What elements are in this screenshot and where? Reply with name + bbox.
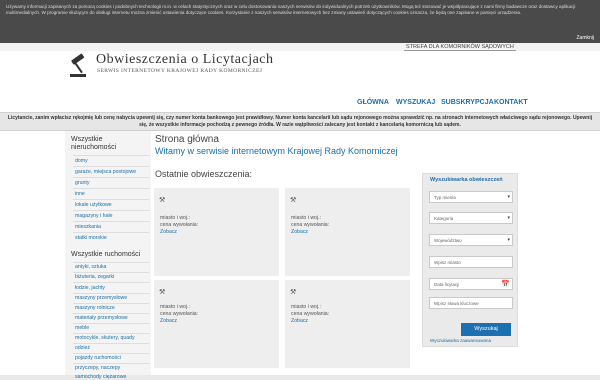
divider	[73, 282, 149, 283]
divider	[73, 363, 149, 364]
keyword-input[interactable]: Wpisz słowa kluczowe	[429, 297, 513, 309]
sidebar-item[interactable]: biżuteria, zegarki	[75, 274, 114, 280]
sidebar-item[interactable]: maszyny rolnicze	[75, 305, 115, 311]
sidebar-item[interactable]: łodzie, jachty	[75, 285, 105, 291]
sidebar-item[interactable]: antyki, sztuka	[75, 264, 106, 270]
nav-home[interactable]: GŁÓWNA	[357, 99, 389, 106]
nav-search[interactable]: WYSZUKAJ	[396, 99, 435, 106]
sidebar-item[interactable]: lokale użytkowe	[75, 202, 112, 208]
sidebar-item[interactable]: motocykle, skutery, quady	[75, 335, 135, 341]
sidebar-item[interactable]: meble	[75, 325, 89, 331]
cookie-close-button[interactable]: Zamknij	[576, 35, 594, 41]
sidebar-item[interactable]: grunty	[75, 180, 89, 186]
divider	[73, 272, 149, 273]
divider	[73, 313, 149, 314]
sidebar-item[interactable]: inne	[75, 191, 85, 197]
gavel-icon: ⚒	[159, 197, 166, 204]
voivodeship-select[interactable]: Województwo ▾	[429, 234, 513, 246]
nav-subscription[interactable]: SUBSKRYPCJA	[441, 99, 494, 106]
sidebar-item[interactable]: przyczepy, naczepy	[75, 365, 120, 371]
search-panel: Wyszukiwarka obwieszczeń Typ mienia ▾ Ka…	[422, 173, 518, 347]
gavel-icon: ⚒	[159, 289, 166, 296]
divider	[73, 232, 149, 233]
cookie-text: Używamy informacji zapisanych za pomocą …	[6, 4, 576, 16]
card-place-label: miasto i woj.:	[160, 304, 190, 310]
category-value: Kategoria	[434, 216, 454, 221]
sidebar-item[interactable]: domy	[75, 158, 88, 164]
card-price-label: cena wywołania:	[160, 311, 199, 317]
sidebar: Wszystkie nieruchomości domy garaże, mie…	[65, 131, 151, 380]
divider	[73, 221, 149, 222]
card-view-link[interactable]: Zobacz	[160, 318, 177, 324]
card-price-label: cena wywołania:	[291, 222, 330, 228]
sidebar-item[interactable]: maszyny przemysłowe	[75, 295, 127, 301]
divider	[73, 199, 149, 200]
divider	[73, 333, 149, 334]
page-title: Strona główna	[155, 134, 219, 145]
card-view-link[interactable]: Zobacz	[291, 318, 308, 324]
divider	[73, 262, 149, 263]
sidebar-item[interactable]: magazyny i hale	[75, 213, 113, 219]
advanced-search-link[interactable]: Wyszukiwarka zaawansowana	[430, 338, 491, 343]
city-input[interactable]: Wpisz miasto	[429, 256, 513, 268]
divider	[73, 155, 149, 156]
gavel-icon: ⚒	[290, 197, 297, 204]
chevron-down-icon: ▾	[507, 215, 510, 221]
chevron-down-icon: ▾	[507, 194, 510, 200]
divider	[73, 353, 149, 354]
calendar-icon[interactable]: 📅	[501, 280, 510, 288]
sidebar-heading-movables[interactable]: Wszystkie ruchomości	[71, 251, 140, 259]
card-view-link[interactable]: Zobacz	[291, 229, 308, 235]
cookie-bar: Używamy informacji zapisanych za pomocą …	[0, 0, 600, 43]
listing-card[interactable]: ⚒ miasto i woj.: cena wywołania: Zobacz	[285, 280, 410, 368]
gavel-icon: ⚒	[290, 289, 297, 296]
divider	[73, 188, 149, 189]
listing-card[interactable]: ⚒ miasto i woj.: cena wywołania: Zobacz	[154, 188, 279, 276]
card-place-label: miasto i woj.:	[291, 215, 321, 221]
divider	[73, 343, 149, 344]
divider	[73, 210, 149, 211]
card-price-label: cena wywołania:	[160, 222, 199, 228]
card-place-label: miasto i woj.:	[291, 304, 321, 310]
divider	[73, 303, 149, 304]
sidebar-heading-real-estate[interactable]: Wszystkie nieruchomości	[71, 136, 141, 152]
nav-contact[interactable]: KONTAKT	[494, 99, 528, 106]
warning-banner: Licytancie, zanim wpłacisz rękojmię lub …	[0, 112, 600, 131]
warning-text: Licytancie, zanim wpłacisz rękojmię lub …	[7, 115, 593, 128]
sidebar-item[interactable]: mieszkania	[75, 224, 101, 230]
listing-card[interactable]: ⚒ miasto i woj.: cena wywołania: Zobacz	[154, 280, 279, 368]
page-subtitle: Witamy w serwisie internetowym Krajowej …	[155, 146, 398, 156]
search-panel-title: Wyszukiwarka obwieszczeń	[430, 177, 503, 183]
recent-heading: Ostatnie obwieszczenia:	[155, 169, 253, 179]
divider	[73, 177, 149, 178]
divider	[73, 293, 149, 294]
site-title[interactable]: Obwieszczenia o Licytacjach	[96, 52, 274, 68]
bailiff-zone-link[interactable]: STREFA DLA KOMORNIKÓW SĄDOWYCH	[404, 44, 516, 51]
divider	[73, 323, 149, 324]
listing-card[interactable]: ⚒ miasto i woj.: cena wywołania: Zobacz	[285, 188, 410, 276]
city-placeholder: Wpisz miasto	[434, 260, 461, 265]
sidebar-item[interactable]: materiały przemysłowe	[75, 315, 128, 321]
sidebar-item[interactable]: odzież	[75, 345, 90, 351]
keyword-placeholder: Wpisz słowa kluczowe	[434, 301, 479, 306]
divider	[73, 166, 149, 167]
gavel-logo-icon	[70, 53, 86, 77]
card-view-link[interactable]: Zobacz	[160, 229, 177, 235]
card-price-label: cena wywołania:	[291, 311, 330, 317]
search-button[interactable]: Wyszukaj	[461, 323, 511, 336]
auction-date-placeholder: Data licytacji	[434, 282, 460, 287]
site-subtitle: SERWIS INTERNETOWY KRAJOWEJ RADY KOMORNI…	[97, 68, 263, 74]
sidebar-item[interactable]: statki morskie	[75, 235, 107, 241]
sidebar-item[interactable]: pojazdy ruchomości	[75, 355, 121, 361]
chevron-down-icon: ▾	[507, 237, 510, 243]
auction-date-input[interactable]: Data licytacji 📅	[429, 278, 513, 290]
category-select[interactable]: Kategoria ▾	[429, 212, 513, 224]
card-place-label: miasto i woj.:	[160, 215, 190, 221]
voivodeship-value: Województwo	[434, 238, 462, 243]
sidebar-item[interactable]: garaże, miejsca postojowe	[75, 169, 136, 175]
property-type-select[interactable]: Typ mienia ▾	[429, 191, 513, 203]
property-type-value: Typ mienia	[434, 195, 456, 200]
